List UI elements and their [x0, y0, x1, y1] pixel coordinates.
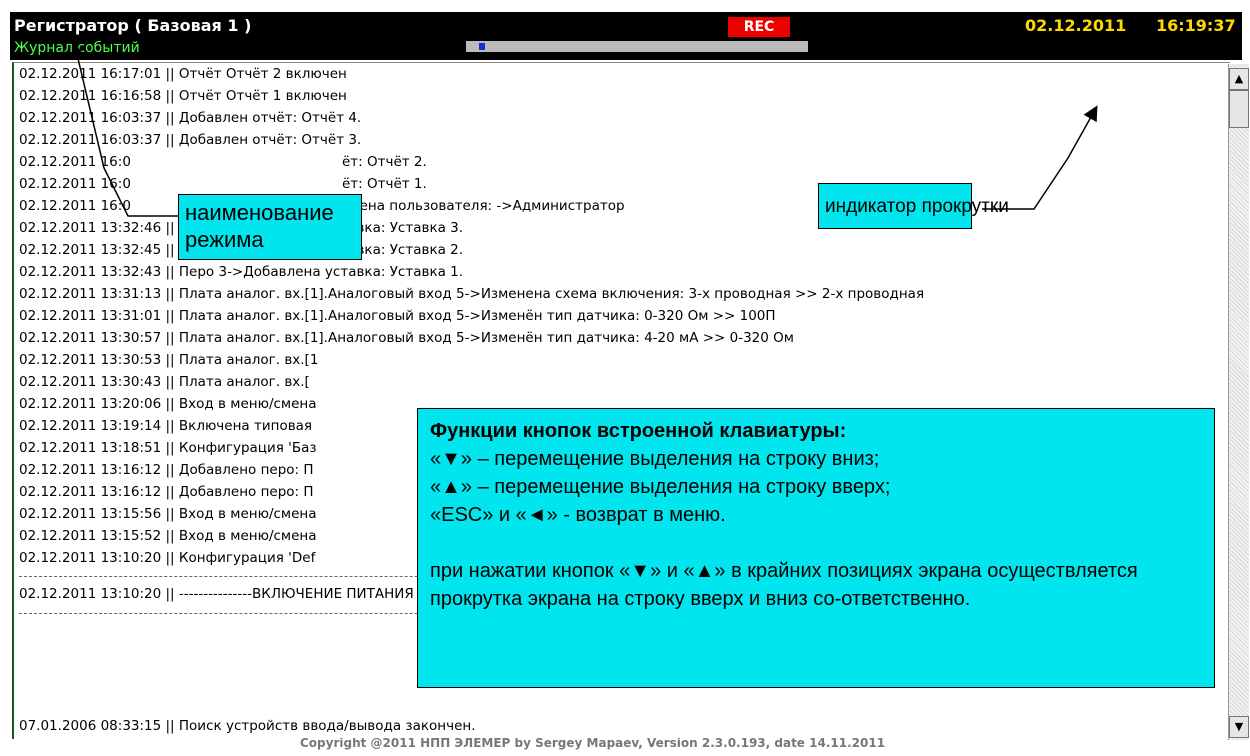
vertical-scrollbar[interactable]: ▲ ▼ [1228, 64, 1249, 740]
callout-key-functions: Функции кнопок встроенной клавиатуры: «▼… [417, 408, 1215, 688]
log-line[interactable]: 02.12.2011 13:31:13 || Плата аналог. вх.… [19, 284, 924, 304]
log-line[interactable]: 02.12.2011 16:0 [19, 152, 131, 172]
callout-title: Функции кнопок встроенной клавиатуры: [430, 420, 847, 442]
log-line[interactable]: 02.12.2011 13:20:06 || Вход в меню/смена [19, 394, 317, 414]
log-line-tail: ёт: Отчёт 2. [342, 154, 427, 170]
device-title: Регистратор ( Базовая 1 ) [14, 16, 252, 35]
log-line[interactable]: 02.12.2011 13:15:52 || Вход в меню/смена [19, 526, 317, 546]
log-line[interactable]: 02.12.2011 13:30:43 || Плата аналог. вх.… [19, 372, 310, 392]
log-line[interactable]: 02.12.2011 13:10:20 || Конфигурация 'Def [19, 548, 315, 568]
rec-indicator: REC [728, 17, 790, 37]
log-line[interactable]: 02.12.2011 16:0 [19, 196, 131, 216]
log-line[interactable]: 02.12.2011 13:30:57 || Плата аналог. вх.… [19, 328, 794, 348]
callout-scroll-indicator: индикатор прокрутки [818, 183, 1009, 229]
time-display: 16:19:37 [1156, 16, 1236, 35]
scroll-up-button[interactable]: ▲ [1229, 68, 1249, 90]
scroll-position-marker [478, 43, 485, 50]
log-line[interactable]: 02.12.2011 13:30:53 || Плата аналог. вх.… [19, 350, 318, 370]
callout-line: «▲» – перемещение выделения на строку вв… [430, 476, 891, 498]
log-line[interactable]: 02.12.2011 13:19:14 || Включена типовая [19, 416, 312, 436]
copyright-footer: Copyright @2011 НПП ЭЛЕМЕР by Sergey Map… [300, 738, 886, 750]
title-bar: Регистратор ( Базовая 1 ) Журнал событий… [10, 12, 1242, 60]
mode-name: Журнал событий [14, 40, 140, 56]
scroll-down-button[interactable]: ▼ [1229, 716, 1249, 738]
callout-line: «ESC» и «◄» - возврат в меню. [430, 504, 726, 526]
log-line[interactable]: 02.12.2011 16:03:37 || Добавлен отчёт: О… [19, 108, 361, 128]
scroll-position-bar [466, 41, 808, 52]
log-line[interactable]: 02.12.2011 13:15:56 || Вход в меню/смена [19, 504, 317, 524]
callout-line: «▼» – перемещение выделения на строку вн… [430, 448, 880, 470]
log-line[interactable]: 02.12.2011 13:32:43 || Перо 3->Добавлена… [19, 262, 463, 282]
log-line[interactable]: 02.12.2011 16:16:58 || Отчёт Отчёт 1 вкл… [19, 86, 347, 106]
callout-mode-name: наименование режима [178, 194, 362, 260]
log-line-tail: смена пользователя: ->Администратор [342, 198, 625, 214]
log-line[interactable]: 02.12.2011 13:16:12 || Добавлено перо: П [19, 482, 314, 502]
log-line[interactable]: 02.12.2011 16:17:01 || Отчёт Отчёт 2 вкл… [19, 64, 347, 84]
scroll-thumb[interactable] [1229, 90, 1249, 128]
log-line[interactable]: 02.12.2011 16:03:37 || Добавлен отчёт: О… [19, 130, 361, 150]
callout-spacer [430, 529, 1202, 557]
callout-note: при нажатии кнопок «▼» и «▲» в крайних п… [430, 560, 1138, 610]
log-line[interactable]: 02.12.2011 13:16:12 || Добавлено перо: П [19, 460, 314, 480]
date-display: 02.12.2011 [1025, 16, 1127, 35]
log-line[interactable]: 02.12.2011 13:31:01 || Плата аналог. вх.… [19, 306, 776, 326]
log-line-tail: ёт: Отчёт 1. [342, 176, 427, 192]
log-line[interactable]: 02.12.2011 13:18:51 || Конфигурация 'Баз [19, 438, 317, 458]
log-line[interactable]: 02.12.2011 16:0 [19, 174, 131, 194]
log-line[interactable]: 07.01.2006 08:33:15 || Поиск устройств в… [19, 716, 476, 736]
